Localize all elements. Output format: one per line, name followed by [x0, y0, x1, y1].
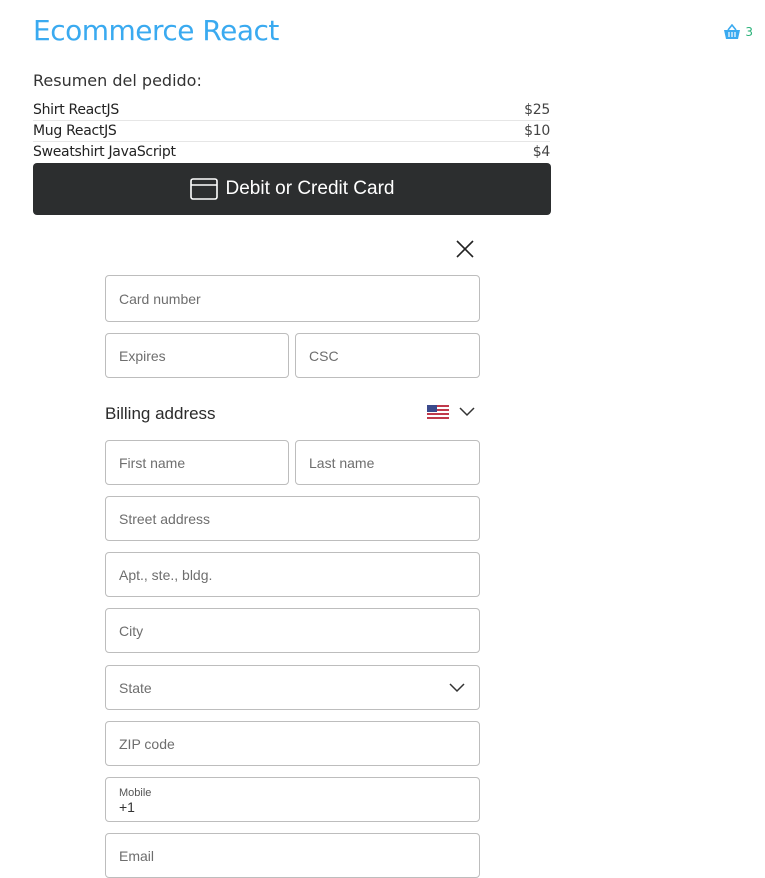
- item-name: Shirt ReactJS: [33, 102, 119, 118]
- first-name-input[interactable]: [119, 454, 288, 471]
- state-select[interactable]: State: [105, 665, 480, 710]
- mobile-label: Mobile: [119, 786, 152, 799]
- street-address-input[interactable]: [119, 510, 479, 527]
- csc-field[interactable]: [295, 333, 480, 378]
- apt-input[interactable]: [119, 566, 479, 583]
- csc-input[interactable]: [309, 347, 479, 364]
- item-price: $25: [524, 102, 550, 118]
- item-name: Sweatshirt JavaScript: [33, 144, 176, 160]
- debit-credit-card-button[interactable]: Debit or Credit Card: [33, 163, 551, 215]
- brand-title[interactable]: Ecommerce React: [33, 14, 279, 47]
- street-address-field[interactable]: [105, 496, 480, 541]
- card-number-input[interactable]: [119, 290, 479, 307]
- chevron-down-icon: [459, 407, 475, 417]
- country-selector[interactable]: [427, 405, 475, 419]
- last-name-input[interactable]: [309, 454, 479, 471]
- first-name-field[interactable]: [105, 440, 289, 485]
- item-price: $4: [532, 144, 551, 160]
- mobile-field[interactable]: Mobile +1: [105, 777, 480, 822]
- expires-field[interactable]: [105, 333, 289, 378]
- order-summary-title: Resumen del pedido:: [33, 71, 202, 90]
- email-input[interactable]: [119, 847, 479, 864]
- list-item: Mug ReactJS $10: [33, 121, 550, 142]
- order-items-list: Shirt ReactJS $25 Mug ReactJS $10 Sweats…: [33, 100, 550, 162]
- basket-icon: [724, 24, 741, 39]
- state-select-label: State: [119, 679, 152, 696]
- email-field[interactable]: [105, 833, 480, 878]
- zip-code-input[interactable]: [119, 735, 479, 752]
- city-input[interactable]: [119, 622, 479, 639]
- card-number-field[interactable]: [105, 275, 480, 322]
- apt-field[interactable]: [105, 552, 480, 597]
- item-price: $10: [524, 123, 550, 139]
- list-item: Sweatshirt JavaScript $4: [33, 142, 550, 162]
- zip-code-field[interactable]: [105, 721, 480, 766]
- city-field[interactable]: [105, 608, 480, 653]
- pay-button-label: Debit or Credit Card: [225, 178, 395, 199]
- mobile-value: +1: [119, 798, 135, 815]
- credit-card-icon: [189, 178, 218, 200]
- item-name: Mug ReactJS: [33, 123, 117, 139]
- close-icon[interactable]: [455, 239, 475, 259]
- last-name-field[interactable]: [295, 440, 480, 485]
- expires-input[interactable]: [119, 347, 288, 364]
- cart-count-badge: 3: [745, 25, 753, 39]
- chevron-down-icon: [449, 683, 465, 693]
- billing-address-label: Billing address: [105, 404, 216, 423]
- list-item: Shirt ReactJS $25: [33, 100, 550, 121]
- us-flag-icon: [427, 405, 449, 419]
- cart-button[interactable]: 3: [723, 24, 753, 40]
